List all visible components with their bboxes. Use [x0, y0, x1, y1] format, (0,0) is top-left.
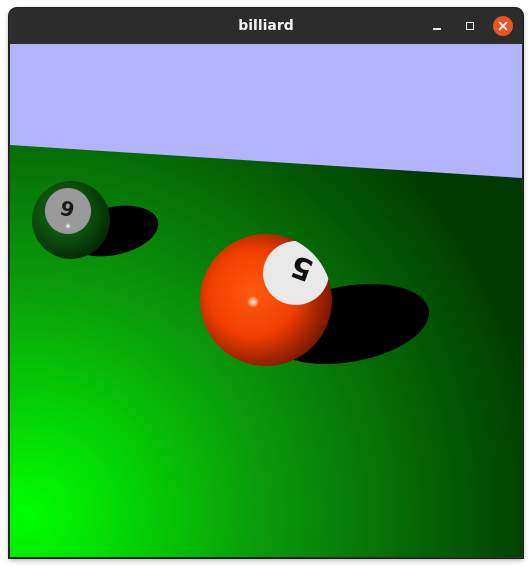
- ball-9: 9: [32, 181, 110, 259]
- app-window: billiard 9 5: [9, 8, 523, 558]
- close-button[interactable]: [493, 16, 513, 36]
- title-bar[interactable]: billiard: [9, 8, 523, 44]
- close-icon: [498, 21, 508, 31]
- minimize-button[interactable]: [427, 16, 447, 36]
- maximize-button[interactable]: [460, 16, 480, 36]
- render-viewport[interactable]: 9 5: [10, 44, 522, 557]
